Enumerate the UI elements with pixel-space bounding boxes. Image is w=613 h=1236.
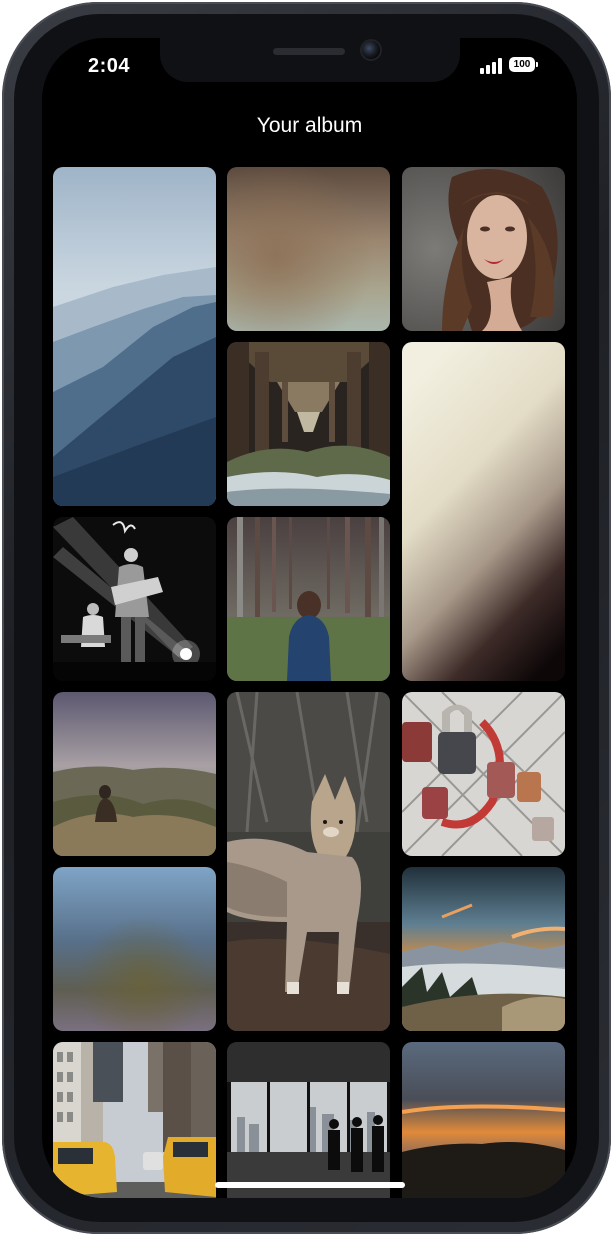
photo-blurred-blue-gradient[interactable]: [53, 867, 216, 1031]
photo-concert-guitarist[interactable]: [53, 517, 216, 681]
photo-person-on-cliff[interactable]: [53, 692, 216, 856]
battery-icon: 100: [509, 57, 538, 72]
photo-sunset-hills[interactable]: [402, 1042, 565, 1198]
status-time: 2:04: [88, 55, 131, 77]
home-indicator[interactable]: [215, 1182, 405, 1188]
front-camera: [362, 41, 380, 59]
phone-screen: 2:04 100 Your album: [42, 38, 577, 1198]
album-grid: [53, 167, 566, 1198]
photo-snowy-valley-sunset[interactable]: [402, 867, 565, 1031]
photo-cream-gradient[interactable]: [402, 342, 565, 681]
earpiece-speaker: [273, 48, 345, 55]
photo-girl-in-forest[interactable]: [227, 517, 390, 681]
photo-misty-mountains[interactable]: [53, 167, 216, 506]
photo-under-pier[interactable]: [227, 342, 390, 506]
photo-coyote[interactable]: [227, 692, 390, 1031]
photo-woman-portrait[interactable]: [402, 167, 565, 331]
cellular-signal-icon: [480, 58, 502, 74]
photo-city-street-taxis[interactable]: [53, 1042, 216, 1198]
notch: [160, 38, 460, 82]
page-title: Your album: [256, 114, 363, 137]
photo-office-window-silhouettes[interactable]: [227, 1042, 390, 1198]
photo-blurred-brown-gradient[interactable]: [227, 167, 390, 331]
photo-love-padlocks[interactable]: [402, 692, 565, 856]
